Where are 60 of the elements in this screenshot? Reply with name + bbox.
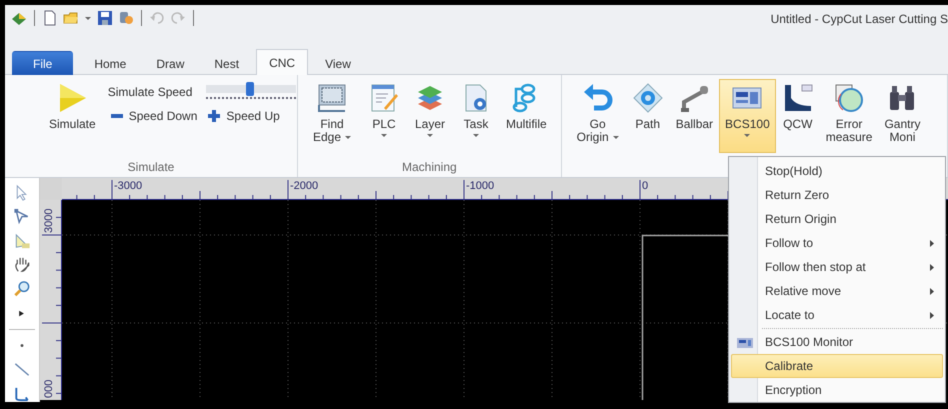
gadget-icon[interactable] (118, 10, 134, 26)
slider-thumb[interactable] (246, 82, 254, 96)
submenu-arrow-icon (930, 240, 934, 247)
menu-item[interactable]: Return Zero (731, 183, 943, 207)
ribbon-button[interactable]: Ballbar (670, 79, 720, 153)
zoom-icon[interactable] (13, 280, 31, 298)
menu-item[interactable]: Follow then stop at (731, 255, 943, 279)
menu-item[interactable]: Stop(Hold) (731, 159, 943, 183)
find-edge-icon (316, 82, 348, 114)
submenu-arrow-icon (930, 312, 934, 319)
ribbon-tab[interactable]: File (12, 51, 74, 75)
ruler-label: 000 (43, 380, 55, 398)
save-icon[interactable] (97, 10, 113, 26)
ribbon-button[interactable]: Multifile (500, 79, 553, 153)
ribbon-tab[interactable]: Home (81, 51, 140, 75)
ribbon-button[interactable]: Task (454, 79, 498, 153)
ribbon-button[interactable]: PLC (362, 79, 406, 153)
ruler-label: 0 (642, 180, 648, 192)
group-label: Simulate (126, 159, 176, 176)
ruler-label: 3000 (43, 208, 55, 233)
simulate-button[interactable]: Simulate (43, 79, 102, 153)
ribbon-button[interactable]: Go Origin (570, 79, 626, 153)
ribbon-button[interactable]: Error measure (820, 79, 878, 153)
ribbon-button[interactable]: Layer (408, 79, 452, 153)
speed-button[interactable]: Speed Down (108, 109, 200, 123)
monitor-icon (737, 337, 753, 349)
menu-item[interactable]: Relative move (731, 279, 943, 303)
menu-item[interactable]: Encryption (731, 378, 943, 402)
window-title: Untitled - CypCut Laser Cutting S (770, 10, 948, 26)
ruler-label: -2000 (290, 180, 318, 192)
new-file-icon[interactable] (42, 10, 58, 26)
folder-icon[interactable] (63, 10, 79, 26)
ribbon-button[interactable]: Find Edge (304, 79, 360, 153)
ruler-label: -1000 (466, 180, 494, 192)
group-label: Machining (400, 159, 458, 176)
ribbon-button[interactable]: BCS100 (719, 79, 776, 153)
menu-item[interactable]: BCS100 Monitor (731, 330, 943, 354)
ribbon-tab[interactable]: Draw (143, 51, 198, 75)
diamond-target-icon (632, 82, 664, 114)
menu-item[interactable]: Locate to (731, 303, 943, 327)
hand-icon[interactable] (13, 256, 31, 274)
ruler-label: -3000 (114, 180, 142, 192)
node-edit-icon[interactable] (13, 208, 31, 226)
plus-icon (207, 109, 222, 123)
ribbon-button[interactable]: Path (626, 79, 670, 153)
submenu-arrow-icon (930, 264, 934, 271)
ribbon-button[interactable]: Gantry Moni (878, 79, 926, 153)
submenu-arrow-icon (930, 288, 934, 295)
shapes-overlap-icon (833, 82, 866, 114)
ribbon-tab[interactable]: Nest (201, 51, 252, 75)
line-icon[interactable] (13, 360, 31, 378)
speed-button[interactable]: Speed Up (205, 109, 282, 123)
shape-edit-icon[interactable] (13, 232, 31, 250)
menu-item[interactable]: Return Origin (731, 207, 943, 231)
menu-item[interactable]: Follow to (731, 231, 943, 255)
speed-label: Simulate Speed (108, 85, 192, 99)
ribbon-tab[interactable]: View (312, 51, 364, 75)
menu-item[interactable]: Calibrate (731, 354, 943, 378)
ribbon-button[interactable]: QCW (776, 79, 820, 153)
ribbon-tab[interactable]: CNC (256, 49, 308, 75)
